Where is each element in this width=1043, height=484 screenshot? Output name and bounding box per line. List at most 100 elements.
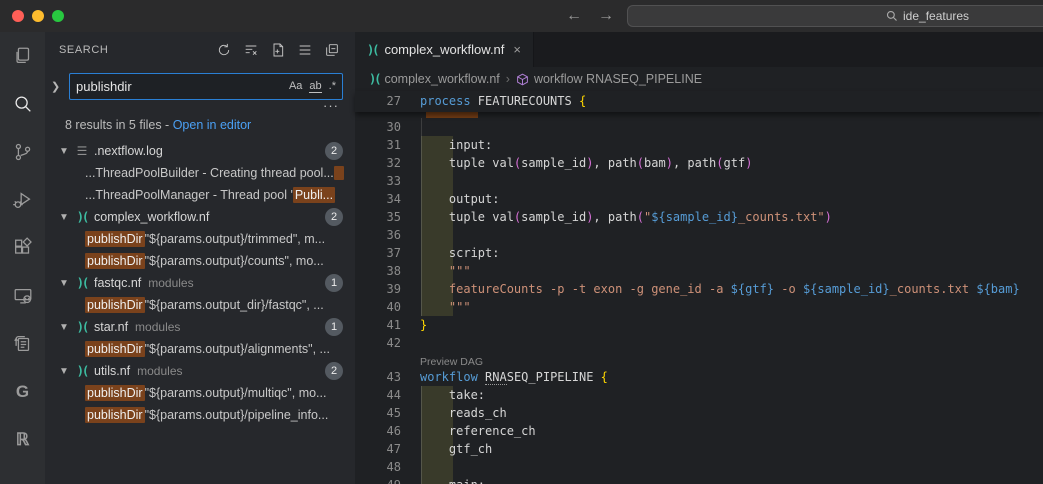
toggle-search-details-icon[interactable]: ··· (45, 100, 355, 112)
line-number: 33 (355, 172, 401, 190)
tasks-icon (12, 333, 34, 355)
result-match-row[interactable]: publishDir "${params.output}/counts", mo… (45, 250, 355, 272)
line-number: 46 (355, 422, 401, 440)
whole-word-icon[interactable]: ab (309, 80, 321, 93)
activity-item-run-debug[interactable] (0, 176, 45, 224)
nextflow-file-icon: )( (73, 210, 91, 224)
nav-forward-icon[interactable]: → (598, 7, 614, 25)
search-input[interactable] (70, 79, 289, 94)
code-line[interactable]: 36 (355, 226, 1043, 244)
breadcrumb-symbol[interactable]: workflow RNASEQ_PIPELINE (516, 72, 702, 86)
open-new-search-editor-button[interactable] (269, 41, 287, 59)
line-number: 27 (355, 91, 401, 112)
chevron-down-icon[interactable]: ▼ (59, 322, 73, 333)
source-control-icon (12, 141, 34, 163)
code-line[interactable]: 33 (355, 172, 1043, 190)
activity-item-search[interactable] (0, 80, 45, 128)
sticky-scroll-line[interactable]: 27process FEATURECOUNTS { (355, 91, 1043, 112)
code-line[interactable]: 42 (355, 334, 1043, 352)
line-number: 48 (355, 458, 401, 476)
result-file-row[interactable]: ▼)(star.nfmodules1 (45, 316, 355, 338)
clear-search-results-button[interactable] (242, 41, 260, 59)
result-match-row[interactable]: publishDir "${params.output}/trimmed", m… (45, 228, 355, 250)
activity-item-source-control[interactable] (0, 128, 45, 176)
match-case-icon[interactable]: Aa (289, 80, 302, 93)
line-number: 38 (355, 262, 401, 280)
results-summary: 8 results in 5 files - Open in editor (45, 112, 355, 140)
match-highlight: publishDir (85, 341, 145, 357)
open-in-editor-link[interactable]: Open in editor (173, 118, 252, 132)
breadcrumb-separator: › (506, 72, 510, 86)
code-line[interactable]: 43workflow RNASEQ_PIPELINE { (355, 368, 1043, 386)
collapse-all-button[interactable] (323, 41, 341, 59)
code-line[interactable]: 37 script: (355, 244, 1043, 262)
extensions-icon (12, 237, 34, 259)
panel-title: SEARCH (59, 44, 108, 56)
code-line[interactable]: 38 """ (355, 262, 1043, 280)
window-controls (12, 10, 64, 22)
tab-close-icon[interactable]: × (511, 42, 523, 57)
file-name: complex_workflow.nf (94, 210, 209, 224)
code-line[interactable]: 39 featureCounts -p -t exon -g gene_id -… (355, 280, 1043, 298)
chevron-down-icon[interactable]: ▼ (59, 212, 73, 223)
log-file-icon: ☰ (73, 144, 91, 158)
result-match-row[interactable]: publishDir "${params.output_dir}/fastqc"… (45, 294, 355, 316)
line-number: 37 (355, 244, 401, 262)
file-name: fastqc.nf (94, 276, 141, 290)
code-line[interactable]: 47 gtf_ch (355, 440, 1043, 458)
activity-item-explorer[interactable] (0, 32, 45, 80)
code-area[interactable]: 27process FEATURECOUNTS { 3031 input:32 t… (355, 91, 1043, 484)
code-line[interactable]: 49 main: (355, 476, 1043, 484)
files-icon (12, 45, 34, 67)
breadcrumb-file[interactable]: )( complex_workflow.nf (369, 72, 500, 86)
chevron-down-icon[interactable]: ▼ (59, 366, 73, 377)
regex-icon[interactable]: .* (329, 80, 336, 93)
indent-range-highlight (421, 172, 453, 190)
code-line[interactable]: 30 (355, 118, 1043, 136)
activity-item-extensions[interactable] (0, 224, 45, 272)
result-file-row[interactable]: ▼)(utils.nfmodules2 (45, 360, 355, 382)
nextflow-file-icon: )( (73, 364, 91, 378)
toggle-replace-chevron-icon[interactable]: ❯ (51, 80, 67, 93)
result-file-row[interactable]: ▼☰.nextflow.log2 (45, 140, 355, 162)
code-line[interactable]: 44 take: (355, 386, 1043, 404)
code-line[interactable]: 40 """ (355, 298, 1043, 316)
result-file-row[interactable]: ▼)(complex_workflow.nf2 (45, 206, 355, 228)
result-file-row[interactable]: ▼)(fastqc.nfmodules1 (45, 272, 355, 294)
code-line[interactable]: 34 output: (355, 190, 1043, 208)
search-icon (12, 93, 34, 115)
result-match-row[interactable]: ...ThreadPoolManager - Thread pool 'Publ… (45, 184, 355, 206)
nav-back-icon[interactable]: ← (566, 7, 582, 25)
minimize-window-button[interactable] (32, 10, 44, 22)
code-line[interactable]: 35 tuple val(sample_id), path("${sample_… (355, 208, 1043, 226)
view-as-list-button[interactable] (296, 41, 314, 59)
result-match-row[interactable]: ...ThreadPoolBuilder - Creating thread p… (45, 162, 355, 184)
activity-item-r-language[interactable]: ℝ (0, 416, 45, 464)
code-line[interactable]: 31 input: (355, 136, 1043, 154)
match-highlight: publishDir (85, 253, 145, 269)
line-number: 47 (355, 440, 401, 458)
file-name: utils.nf (94, 364, 130, 378)
chevron-down-icon[interactable]: ▼ (59, 146, 73, 157)
refresh-button[interactable] (215, 41, 233, 59)
zoom-window-button[interactable] (52, 10, 64, 22)
result-match-row[interactable]: publishDir "${params.output}/pipeline_in… (45, 404, 355, 426)
code-line[interactable]: 46 reference_ch (355, 422, 1043, 440)
code-line[interactable]: 32 tuple val(sample_id), path(bam), path… (355, 154, 1043, 172)
line-number: 45 (355, 404, 401, 422)
code-line[interactable]: 45 reads_ch (355, 404, 1043, 422)
search-icon (886, 10, 898, 22)
activity-item-remote-explorer[interactable] (0, 272, 45, 320)
code-line[interactable]: 41} (355, 316, 1043, 334)
activity-item-task-explorer[interactable] (0, 320, 45, 368)
close-window-button[interactable] (12, 10, 24, 22)
result-match-row[interactable]: publishDir "${params.output}/alignments"… (45, 338, 355, 360)
activity-item-gitlens[interactable]: G (0, 368, 45, 416)
code-line[interactable]: 48 (355, 458, 1043, 476)
line-number: 39 (355, 280, 401, 298)
tab-complex-workflow[interactable]: )( complex_workflow.nf × (355, 32, 534, 67)
line-number: 32 (355, 154, 401, 172)
command-center[interactable]: ide_features (627, 5, 1043, 27)
chevron-down-icon[interactable]: ▼ (59, 278, 73, 289)
result-match-row[interactable]: publishDir "${params.output}/multiqc", m… (45, 382, 355, 404)
